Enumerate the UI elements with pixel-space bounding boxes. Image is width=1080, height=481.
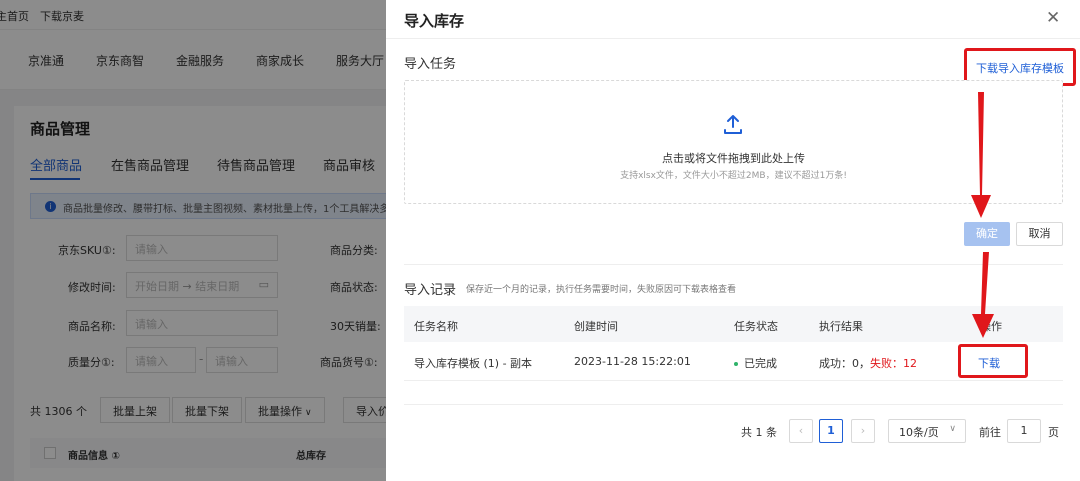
col-task-status: 任务状态 [734, 320, 778, 333]
upload-hint: 支持xlsx文件，文件大小不超过2MB，建议不超过1万条! [620, 171, 847, 181]
upload-icon [724, 115, 742, 134]
pagination-prev-button[interactable]: ‹ [789, 419, 813, 443]
confirm-button[interactable]: 确定 [964, 222, 1010, 246]
upload-instructions: 点击或将文件拖拽到此处上传 [662, 152, 805, 165]
import-task-title: 导入任务 [404, 57, 457, 72]
section-divider [404, 264, 1063, 265]
modal-overlay[interactable] [0, 0, 386, 481]
row-status: 已完成 [734, 355, 777, 371]
row-task-name: 导入库存模板 (1) - 副本 [414, 357, 533, 370]
status-dot [734, 362, 738, 366]
drawer-header-divider [386, 38, 1080, 39]
pagination-next-button[interactable]: › [851, 419, 875, 443]
goto-page-input[interactable]: 1 [1007, 419, 1041, 443]
page-size-value: 10条/页 [899, 426, 939, 439]
col-created-time: 创建时间 [574, 320, 618, 333]
pagination-total: 共 1 条 [741, 426, 777, 439]
upload-dropzone[interactable] [404, 80, 1063, 204]
page-size-select[interactable]: 10条/页 ∨ [888, 419, 966, 443]
col-result: 执行结果 [819, 320, 863, 333]
cancel-button[interactable]: 取消 [1016, 222, 1063, 246]
table-row-divider [404, 380, 1063, 381]
row-created-time: 2023-11-28 15:22:01 [574, 355, 691, 368]
drawer-title: 导入库存 [404, 12, 465, 30]
row-result-fail: 失败：12 [870, 357, 917, 370]
row-result: 成功：0，失败：12 [819, 355, 917, 371]
annotation-box-download [958, 344, 1028, 378]
pagination-page-1[interactable]: 1 [819, 419, 843, 443]
row-result-success: 成功：0， [819, 357, 870, 370]
page-suffix: 页 [1048, 426, 1059, 439]
close-icon[interactable]: ✕ [1046, 8, 1060, 28]
annotation-spacer [968, 300, 986, 336]
import-records-title: 导入记录 [404, 283, 457, 298]
col-task-name: 任务名称 [414, 320, 458, 333]
goto-label: 前往 [979, 426, 1001, 439]
row-status-text: 已完成 [744, 357, 777, 370]
chevron-down-icon: ∨ [949, 424, 956, 434]
records-hint: 保存近一个月的记录，执行任务需要时间，失败原因可下载表格查看 [466, 285, 737, 295]
table-bottom-divider [404, 404, 1063, 405]
